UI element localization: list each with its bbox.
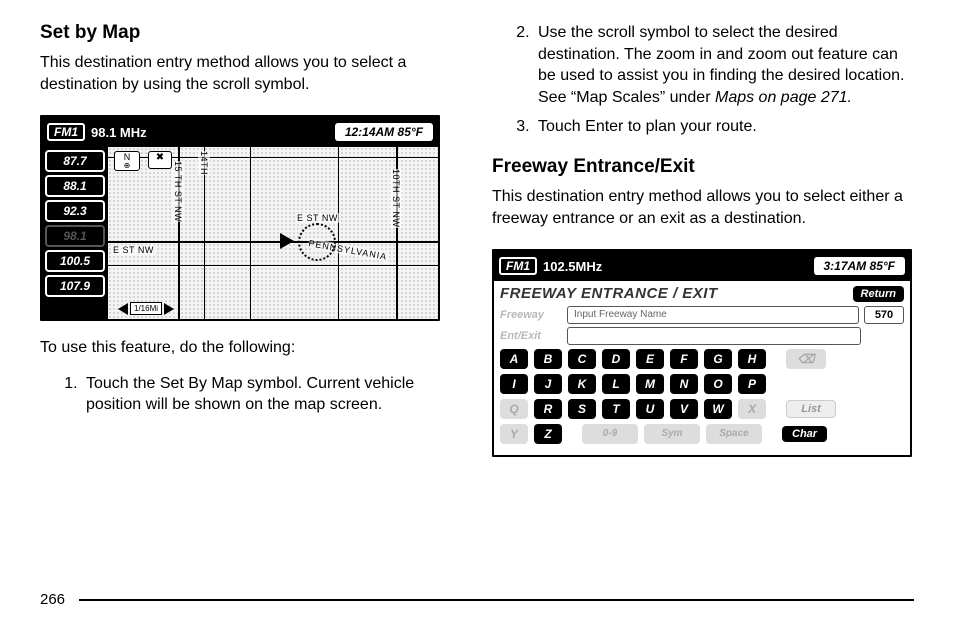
- key-d[interactable]: D: [602, 349, 630, 369]
- lead-to-steps: To use this feature, do the following:: [40, 337, 462, 359]
- preset-5[interactable]: 100.5: [45, 250, 105, 272]
- radio-band-2[interactable]: FM1: [499, 257, 537, 275]
- backspace-key[interactable]: ⌫: [786, 349, 826, 369]
- key-k[interactable]: K: [568, 374, 596, 394]
- key-f[interactable]: F: [670, 349, 698, 369]
- zoom-in-icon[interactable]: [164, 303, 174, 315]
- zoom-out-icon[interactable]: [118, 303, 128, 315]
- key-num[interactable]: 0-9: [582, 424, 638, 444]
- key-i[interactable]: I: [500, 374, 528, 394]
- clock-temp: 12:14AM 85°F: [335, 123, 433, 141]
- figure-keyboard: FM1 102.5MHz 3:17AM 85°F FREEWAY ENTRANC…: [492, 249, 912, 457]
- result-count: 570: [864, 306, 904, 324]
- preset-list: 87.7 88.1 92.3 98.1 100.5 107.9: [42, 147, 108, 319]
- preset-2[interactable]: 88.1: [45, 175, 105, 197]
- return-button[interactable]: Return: [853, 286, 904, 302]
- key-a[interactable]: A: [500, 349, 528, 369]
- key-o[interactable]: O: [704, 374, 732, 394]
- radio-freq: 98.1 MHz: [91, 125, 335, 140]
- page-number: 266: [40, 591, 65, 608]
- key-sym[interactable]: Sym: [644, 424, 700, 444]
- intro-freeway: This destination entry method allows you…: [492, 186, 914, 229]
- entexit-input: [567, 327, 861, 345]
- key-h[interactable]: H: [738, 349, 766, 369]
- footer-rule: [79, 599, 914, 601]
- preset-6[interactable]: 107.9: [45, 275, 105, 297]
- freeway-input[interactable]: Input Freeway Name: [567, 306, 859, 324]
- char-button[interactable]: Char: [782, 426, 827, 442]
- heading-freeway: Freeway Entrance/Exit: [492, 156, 914, 178]
- key-n[interactable]: N: [670, 374, 698, 394]
- key-v[interactable]: V: [670, 399, 698, 419]
- key-y[interactable]: Y: [500, 424, 528, 444]
- keyboard: A B C D E F G H ⌫ I J K: [500, 349, 904, 444]
- vehicle-icon: [280, 233, 294, 249]
- radio-band[interactable]: FM1: [47, 123, 85, 141]
- key-b[interactable]: B: [534, 349, 562, 369]
- street-e-st-1: E ST NW: [296, 213, 339, 223]
- key-r[interactable]: R: [534, 399, 562, 419]
- street-e-st-2: E ST NW: [112, 245, 155, 255]
- scroll-symbol[interactable]: [298, 223, 336, 261]
- key-g[interactable]: G: [704, 349, 732, 369]
- heading-set-by-map: Set by Map: [40, 22, 462, 44]
- street-15th: 15 TH ST NW: [172, 161, 184, 222]
- key-j[interactable]: J: [534, 374, 562, 394]
- preset-3[interactable]: 92.3: [45, 200, 105, 222]
- map-area[interactable]: N ✖ 15 TH ST NW 14TH 10TH ST NW E ST NW …: [108, 147, 438, 319]
- page-footer: 266: [40, 591, 914, 608]
- key-l[interactable]: L: [602, 374, 630, 394]
- clock-temp-2: 3:17AM 85°F: [814, 257, 906, 275]
- key-p[interactable]: P: [738, 374, 766, 394]
- key-z[interactable]: Z: [534, 424, 562, 444]
- key-x[interactable]: X: [738, 399, 766, 419]
- key-space[interactable]: Space: [706, 424, 762, 444]
- radio-freq-2: 102.5MHz: [543, 259, 814, 274]
- key-t[interactable]: T: [602, 399, 630, 419]
- intro-set-by-map: This destination entry method allows you…: [40, 52, 462, 95]
- entexit-label: Ent/Exit: [500, 330, 562, 342]
- scale-control[interactable]: 1/16Mi: [118, 302, 174, 315]
- step-1: Touch the Set By Map symbol. Current veh…: [82, 373, 462, 416]
- preset-1[interactable]: 87.7: [45, 150, 105, 172]
- key-s[interactable]: S: [568, 399, 596, 419]
- list-button[interactable]: List: [786, 400, 836, 418]
- step-2: Use the scroll symbol to select the desi…: [534, 22, 914, 108]
- key-e[interactable]: E: [636, 349, 664, 369]
- screen-title: FREEWAY ENTRANCE / EXIT: [500, 285, 847, 302]
- status-bar: FM1 98.1 MHz 12:14AM 85°F: [42, 117, 438, 147]
- key-w[interactable]: W: [704, 399, 732, 419]
- compass-icon[interactable]: N: [114, 151, 140, 171]
- poi-icon[interactable]: ✖: [148, 151, 172, 169]
- street-10th: 10TH ST NW: [390, 169, 402, 227]
- freeway-label: Freeway: [500, 309, 562, 321]
- figure-map: FM1 98.1 MHz 12:14AM 85°F 87.7 88.1 92.3…: [40, 115, 440, 321]
- key-c[interactable]: C: [568, 349, 596, 369]
- step-2-ref: Maps on page 271.: [715, 89, 852, 106]
- status-bar-2: FM1 102.5MHz 3:17AM 85°F: [494, 251, 910, 281]
- key-u[interactable]: U: [636, 399, 664, 419]
- key-q[interactable]: Q: [500, 399, 528, 419]
- street-14th: 14TH: [198, 151, 210, 175]
- key-m[interactable]: M: [636, 374, 664, 394]
- preset-4[interactable]: 98.1: [45, 225, 105, 247]
- step-3: Touch Enter to plan your route.: [534, 116, 914, 138]
- scale-value: 1/16Mi: [130, 302, 162, 315]
